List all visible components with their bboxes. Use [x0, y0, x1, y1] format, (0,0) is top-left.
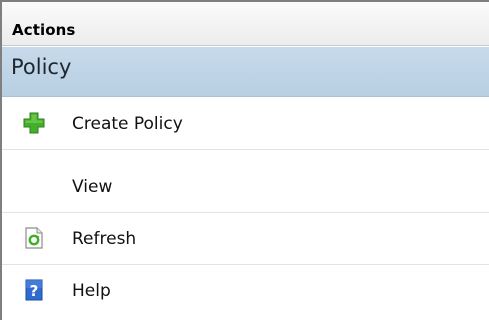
- actions-pane-header: Actions: [2, 2, 489, 46]
- add-plus-icon: [22, 111, 46, 135]
- refresh-action[interactable]: Refresh: [2, 213, 489, 265]
- view-label: View: [72, 177, 113, 197]
- create-policy-label: Create Policy: [72, 114, 183, 134]
- create-policy-action[interactable]: Create Policy: [2, 98, 489, 150]
- help-label: Help: [72, 281, 111, 301]
- policy-section-title: Policy: [11, 55, 72, 79]
- refresh-label: Refresh: [72, 229, 137, 249]
- refresh-icon: [22, 226, 46, 250]
- actions-pane-title: Actions: [12, 21, 76, 39]
- help-action[interactable]: ? Help: [2, 265, 489, 317]
- help-icon: ?: [22, 278, 46, 302]
- policy-section-header[interactable]: Policy: [2, 47, 489, 97]
- svg-text:?: ?: [30, 282, 39, 300]
- view-action[interactable]: View: [2, 161, 489, 213]
- actions-pane: Actions Policy Create Policy View Refres…: [0, 0, 489, 320]
